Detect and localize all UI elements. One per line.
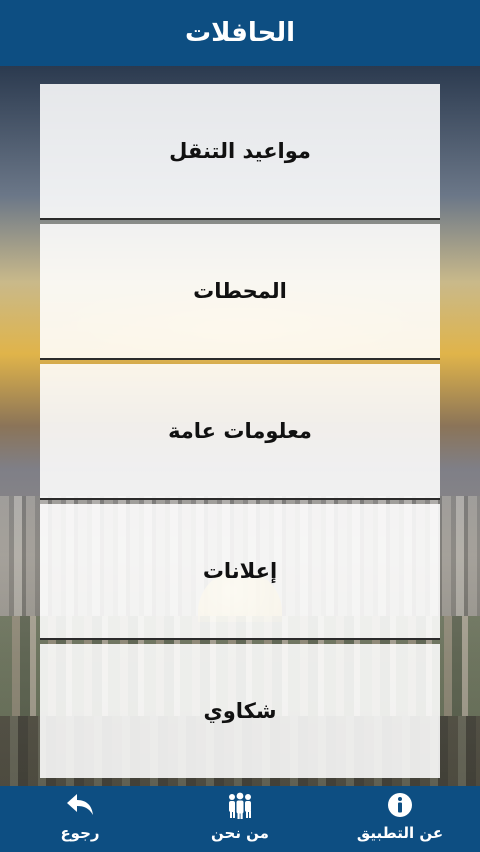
about-us-label: من نحن [211, 824, 269, 842]
people-icon [224, 788, 256, 822]
menu-item-general-info[interactable]: معلومات عامة [40, 364, 440, 500]
about-us-button[interactable]: من نحن [180, 786, 300, 852]
menu-item-complaints[interactable]: شكاوي [40, 644, 440, 778]
back-label: رجوع [60, 824, 100, 842]
app-header: الحافلات [0, 0, 480, 66]
main-menu: مواعيد التنقل المحطات معلومات عامة إعلان… [40, 84, 440, 778]
about-app-label: عن التطبيق [356, 824, 444, 842]
menu-item-schedules[interactable]: مواعيد التنقل [40, 84, 440, 220]
menu-item-label: المحطات [193, 279, 287, 303]
page-title: الحافلات [184, 18, 296, 48]
back-button[interactable]: رجوع [20, 786, 140, 852]
menu-item-label: إعلانات [202, 559, 278, 583]
about-app-button[interactable]: عن التطبيق [340, 786, 460, 852]
info-icon [387, 788, 413, 822]
menu-item-label: معلومات عامة [168, 419, 312, 443]
menu-item-announcements[interactable]: إعلانات [40, 504, 440, 640]
menu-item-label: مواعيد التنقل [169, 139, 311, 163]
back-arrow-icon [65, 788, 95, 822]
menu-item-label: شكاوي [203, 699, 277, 723]
menu-item-stations[interactable]: المحطات [40, 224, 440, 360]
bottom-nav-bar: رجوع من نحن عن التطبيق [0, 786, 480, 852]
